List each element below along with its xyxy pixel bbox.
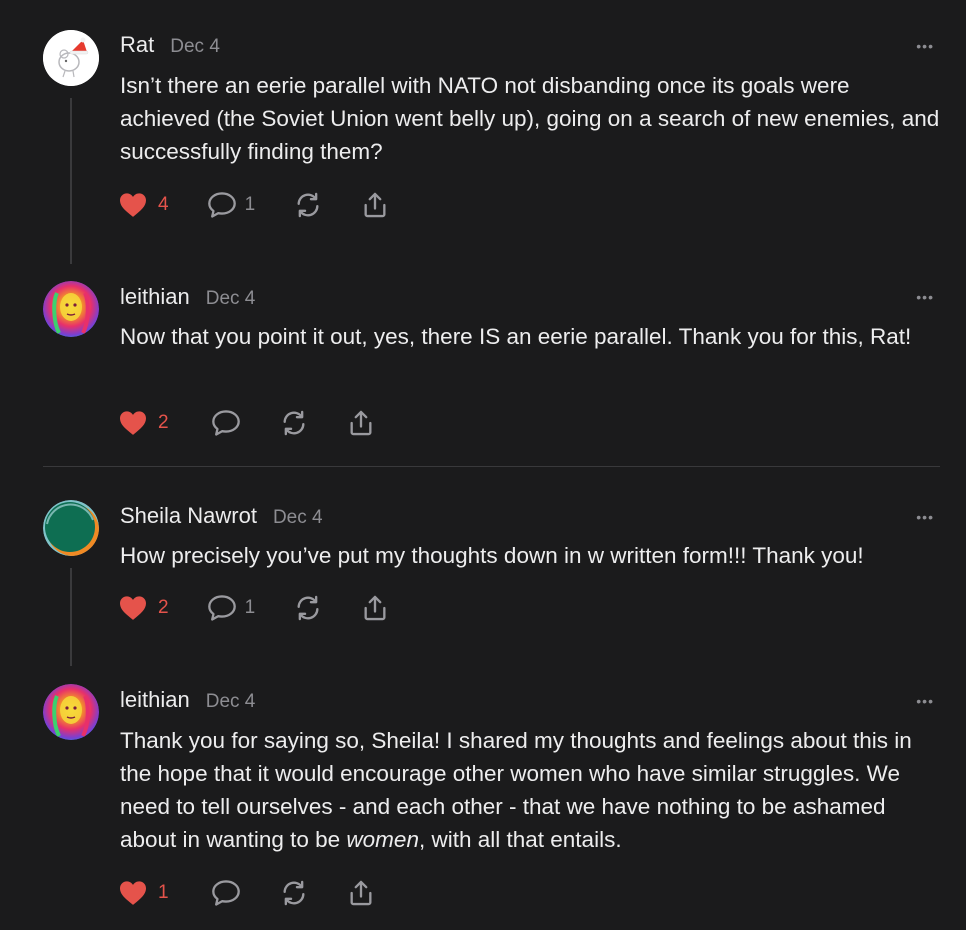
share-button[interactable]	[347, 879, 375, 907]
reply-button[interactable]	[211, 879, 241, 907]
green-orange-circle-icon	[43, 500, 99, 556]
share-icon	[364, 595, 386, 621]
avatar[interactable]	[43, 684, 99, 740]
share-button[interactable]	[347, 409, 375, 437]
avatar[interactable]	[43, 500, 99, 556]
rainbow-portrait-icon	[43, 684, 99, 740]
restack-button[interactable]	[279, 409, 309, 437]
heart-icon	[120, 193, 146, 217]
reply-count: 1	[244, 194, 256, 215]
share-icon	[350, 410, 372, 436]
restack-icon	[283, 880, 305, 906]
like-count: 1	[158, 882, 169, 903]
heart-icon	[120, 596, 146, 620]
restack-button[interactable]	[293, 594, 323, 622]
avatar[interactable]	[43, 281, 99, 337]
rainbow-portrait-icon	[43, 281, 99, 337]
like-button[interactable]: 1	[118, 880, 169, 906]
comment-date[interactable]: Dec 4	[170, 36, 220, 58]
comment-body: Thank you for saying so, Sheila! I share…	[120, 724, 935, 856]
restack-button[interactable]	[279, 879, 309, 907]
more-options-icon[interactable]: •••	[916, 289, 934, 305]
restack-button[interactable]	[293, 191, 323, 219]
comment-date[interactable]: Dec 4	[273, 507, 323, 529]
thread-divider	[43, 466, 940, 467]
like-count: 2	[158, 597, 169, 618]
comment-actions: 4 1	[118, 190, 427, 220]
comment: leithian Dec 4 ••• Thank you for saying …	[0, 664, 966, 930]
rat-santa-hat-icon	[43, 30, 99, 86]
comment-bubble-icon	[211, 410, 240, 436]
more-options-icon[interactable]: •••	[916, 38, 934, 54]
comment-bubble-icon	[207, 595, 236, 621]
comment: Rat Dec 4 ••• Isn’t there an eerie paral…	[0, 0, 966, 260]
comment-body-text: , with all that entails.	[418, 827, 622, 852]
like-button[interactable]: 4	[118, 192, 169, 218]
comment: Sheila Nawrot Dec 4 ••• How precisely yo…	[0, 480, 966, 660]
comment-body: Isn’t there an eerie parallel with NATO …	[120, 73, 940, 164]
restack-icon	[297, 192, 319, 218]
share-icon	[350, 880, 372, 906]
comment-bubble-icon	[211, 880, 240, 906]
comment-body: How precisely you’ve put my thoughts dow…	[120, 543, 864, 568]
share-button[interactable]	[361, 594, 389, 622]
like-count: 4	[158, 194, 169, 215]
reply-count: 1	[244, 597, 256, 618]
comment-body: Now that you point it out, yes, there IS…	[120, 324, 912, 349]
share-button[interactable]	[361, 191, 389, 219]
heart-icon	[120, 411, 146, 435]
comment-actions: 2 1	[118, 593, 427, 623]
comment: leithian Dec 4 ••• Now that you point it…	[0, 260, 966, 460]
comment-actions: 2	[118, 408, 413, 438]
like-button[interactable]: 2	[118, 595, 169, 621]
author-name[interactable]: leithian	[120, 284, 190, 310]
author-name[interactable]: Sheila Nawrot	[120, 503, 257, 529]
author-name[interactable]: Rat	[120, 32, 154, 58]
comment-actions: 1	[118, 878, 413, 908]
comment-body-emphasis: women	[346, 827, 419, 852]
more-options-icon[interactable]: •••	[916, 693, 934, 709]
reply-button[interactable]: 1	[207, 191, 256, 219]
author-name[interactable]: leithian	[120, 687, 190, 713]
comment-date[interactable]: Dec 4	[206, 288, 256, 310]
like-count: 2	[158, 412, 169, 433]
heart-icon	[120, 881, 146, 905]
comment-date[interactable]: Dec 4	[206, 691, 256, 713]
restack-icon	[297, 595, 319, 621]
avatar[interactable]	[43, 30, 99, 86]
comment-bubble-icon	[207, 192, 236, 218]
share-icon	[364, 192, 386, 218]
more-options-icon[interactable]: •••	[916, 509, 934, 525]
restack-icon	[283, 410, 305, 436]
like-button[interactable]: 2	[118, 410, 169, 436]
reply-button[interactable]: 1	[207, 594, 256, 622]
reply-button[interactable]	[211, 409, 241, 437]
